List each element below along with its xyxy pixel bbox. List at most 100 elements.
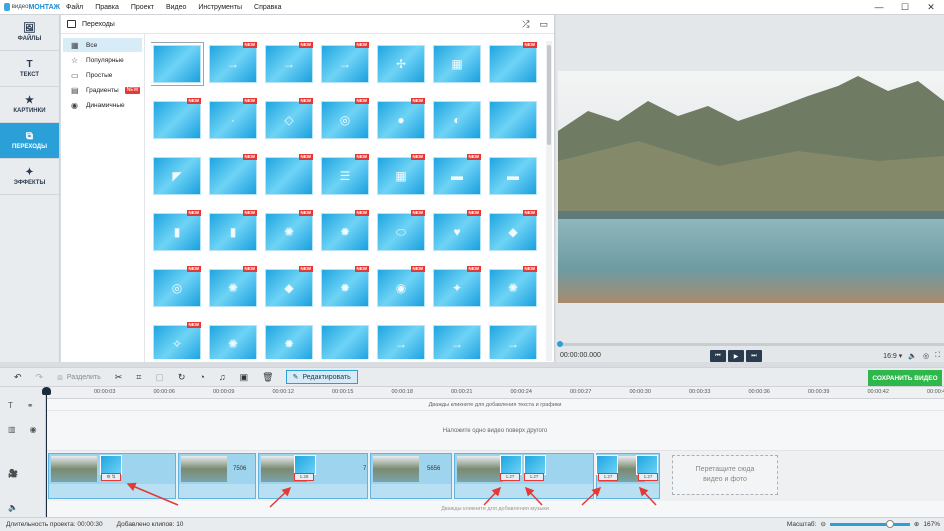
transition-thumbnail[interactable]: →	[377, 325, 425, 359]
delete-icon[interactable]: 🗑	[262, 372, 273, 383]
category-popular[interactable]: ☆ Популярные	[63, 53, 142, 67]
transition-thumbnail[interactable]: ✹ NEW	[321, 210, 369, 251]
transition-thumbnail[interactable]: ✦ NEW	[433, 266, 481, 307]
transition-thumbnail[interactable]: → NEW	[209, 42, 257, 83]
filmstrip-icon[interactable]: ▭	[539, 19, 548, 30]
zoom-slider[interactable]	[829, 519, 910, 528]
transition-settings-icon[interactable]: ⚙ ⇅	[101, 473, 121, 481]
transition-thumbnail[interactable]: ✹	[265, 325, 313, 359]
transition-thumbnail[interactable]: →	[433, 325, 481, 359]
maximize-button[interactable]: ☐	[892, 0, 918, 15]
transition-thumbnail[interactable]: ● NEW	[377, 98, 425, 139]
transition-thumbnail[interactable]: NEW	[265, 154, 313, 195]
speaker-icon[interactable]: 🔈	[8, 503, 18, 512]
menu-file[interactable]: Файл	[60, 4, 89, 11]
menu-video[interactable]: Видео	[160, 4, 192, 11]
rotate-icon[interactable]: ↻	[178, 372, 186, 383]
transition-marker[interactable]	[500, 455, 522, 475]
transition-thumbnail[interactable]: NEW	[489, 42, 537, 83]
link-icon[interactable]: ⚭	[27, 401, 34, 410]
transition-duration-badge[interactable]: 1.28	[294, 473, 314, 481]
seek-knob[interactable]	[557, 341, 563, 347]
zoom-in-icon[interactable]: ⊕	[914, 520, 919, 528]
transition-thumbnail[interactable]: NEW	[153, 98, 201, 139]
transition-thumbnail[interactable]: ▬	[489, 157, 537, 195]
transition-thumbnail[interactable]: ◎ NEW	[321, 98, 369, 139]
overlay-track[interactable]: Наложите одно видео поверх другого	[46, 411, 944, 451]
fullscreen-icon[interactable]: ⛶	[935, 352, 940, 360]
split-button[interactable]: Разделить	[67, 374, 101, 381]
freeze-icon[interactable]: ▢	[155, 372, 164, 383]
next-icon[interactable]: ⏭	[746, 350, 762, 362]
transition-thumbnail[interactable]: ♥ NEW	[433, 210, 481, 251]
transition-marker[interactable]	[596, 455, 618, 475]
transition-thumbnail[interactable]: ◉ NEW	[377, 266, 425, 307]
drop-zone[interactable]: Перетащите сюда видео и фото	[672, 455, 778, 495]
transition-thumbnail[interactable]: · NEW	[209, 98, 257, 139]
audio-track[interactable]: Дважды кликните для добавления музыки	[46, 501, 944, 517]
category-simple[interactable]: ▭ Простые	[63, 68, 142, 82]
audio-icon[interactable]: ♫	[219, 372, 226, 382]
category-gradients[interactable]: ▤ Градиенты NEW	[63, 83, 142, 97]
zoom-out-icon[interactable]: ⊖	[820, 520, 825, 528]
crop-icon[interactable]: ⌗	[136, 372, 141, 383]
transition-thumbnail[interactable]: ◎ NEW	[153, 266, 201, 307]
sidebar-item-pictures[interactable]: ★ КАРТИНКИ	[0, 87, 59, 123]
transition-duration-badge[interactable]: 1.27	[638, 473, 658, 481]
transition-duration-badge[interactable]: 1.27	[524, 473, 544, 481]
timeline-ruler[interactable]: 00:00:03 00:00:06 00:00:09 00:00:12 00:00:15…	[46, 387, 944, 399]
preview-seekbar[interactable]	[557, 341, 944, 347]
category-all[interactable]: ▦ Все	[63, 38, 142, 52]
transition-thumbnail[interactable]: ▬ NEW	[433, 154, 481, 195]
undo-icon[interactable]: ↶	[14, 372, 22, 383]
volume-icon[interactable]: 🔈	[908, 352, 917, 360]
transition-thumbnail[interactable]: ☰ NEW	[321, 154, 369, 195]
redo-icon[interactable]: ↷	[36, 372, 44, 383]
cut-icon[interactable]: ✂	[115, 372, 123, 383]
transition-thumbnail[interactable]: ✢	[377, 45, 425, 83]
play-icon[interactable]: ▶	[728, 350, 744, 362]
scrollbar-thumb[interactable]	[547, 45, 551, 145]
transition-thumbnail[interactable]: → NEW	[321, 42, 369, 83]
grid-scrollbar[interactable]	[546, 41, 552, 361]
menu-help[interactable]: Справка	[248, 4, 287, 11]
image-adjust-icon[interactable]: ▣	[240, 372, 249, 383]
transition-thumbnail[interactable]: ✹ NEW	[321, 266, 369, 307]
transition-thumbnail[interactable]: ▦ NEW	[377, 154, 425, 195]
transition-marker[interactable]	[636, 455, 658, 475]
transition-thumbnail[interactable]: ◆ NEW	[265, 266, 313, 307]
visibility-icon[interactable]: ◉	[30, 425, 37, 434]
transition-thumbnail[interactable]	[321, 325, 369, 359]
menu-edit[interactable]: Правка	[89, 4, 125, 11]
transition-thumbnail[interactable]: →	[489, 325, 537, 359]
shuffle-icon[interactable]: ⤮	[522, 19, 529, 30]
transition-marker[interactable]	[100, 455, 122, 475]
transition-thumbnail[interactable]: ⬭ NEW	[377, 210, 425, 251]
transition-thumbnail[interactable]: NEW	[209, 154, 257, 195]
speed-icon[interactable]: ◔	[199, 372, 204, 382]
sidebar-item-transitions[interactable]: ⧉ ПЕРЕХОДЫ	[0, 123, 59, 159]
transition-thumbnail[interactable]	[489, 101, 537, 139]
sidebar-item-effects[interactable]: ✦ ЭФФЕКТЫ	[0, 159, 59, 195]
aspect-select[interactable]: 16:9 ▾	[883, 352, 902, 360]
transition-thumbnail[interactable]: ✺	[209, 325, 257, 359]
menu-tools[interactable]: Инструменты	[192, 4, 248, 11]
playhead-handle[interactable]	[42, 387, 51, 395]
sidebar-item-text[interactable]: T ТЕКСТ	[0, 51, 59, 87]
transition-thumbnail[interactable]: ▮ NEW	[153, 210, 201, 251]
transition-thumbnail[interactable]: ✧ NEW	[153, 322, 201, 359]
transition-thumbnail[interactable]: ✺ NEW	[489, 266, 537, 307]
transition-marker[interactable]	[294, 455, 316, 475]
transition-duration-badge[interactable]: 1.27	[598, 473, 618, 481]
transition-marker[interactable]	[524, 455, 546, 475]
transition-thumbnail[interactable]: ▮ NEW	[209, 210, 257, 251]
transition-thumbnail[interactable]: ▦	[433, 45, 481, 83]
transition-duration-badge[interactable]: 1.27	[500, 473, 520, 481]
video-clip[interactable]: 5656	[370, 453, 452, 499]
close-button[interactable]: ✕	[918, 0, 944, 15]
sidebar-item-files[interactable]: 🖼 ФАЙЛЫ	[0, 15, 59, 51]
video-preview[interactable]	[558, 71, 944, 303]
transition-thumbnail[interactable]: ◇ NEW	[265, 98, 313, 139]
prev-icon[interactable]: ⏮	[710, 350, 726, 362]
transition-thumbnail[interactable]: ✺ NEW	[265, 210, 313, 251]
